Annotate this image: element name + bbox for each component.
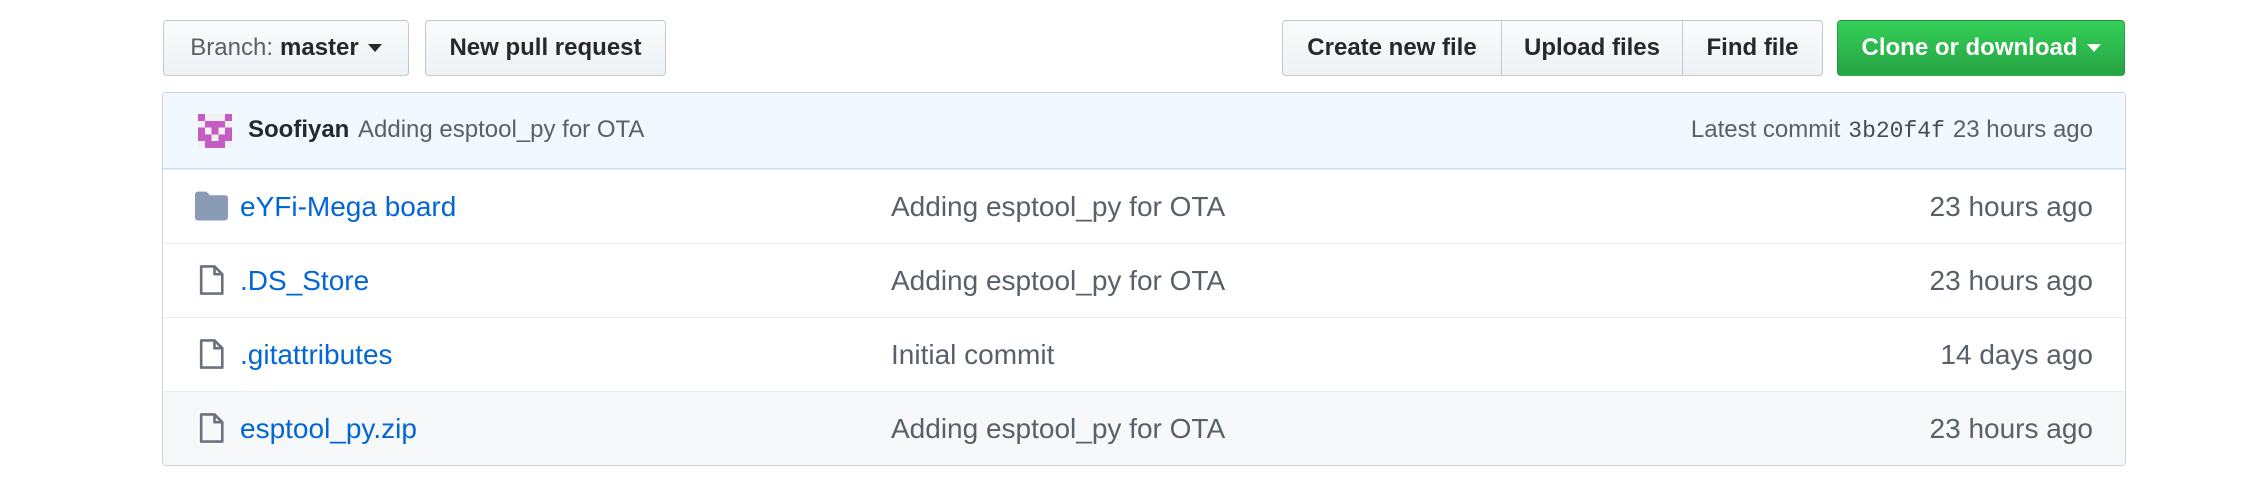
file-commit-message[interactable]: Initial commit: [891, 339, 1054, 371]
table-row: eYFi-Mega board Adding esptool_py for OT…: [163, 169, 2125, 243]
branch-prefix-label: Branch:: [190, 34, 273, 61]
file-icon: [199, 413, 224, 443]
chevron-down-icon: [2086, 44, 2101, 52]
folder-icon: [195, 191, 228, 221]
commit-meta: Latest commit 3b20f4f 23 hours ago: [1691, 116, 2093, 144]
table-row: .gitattributes Initial commit 14 days ag…: [163, 317, 2125, 391]
file-actions-group: Create new file Upload files Find file: [1282, 20, 1823, 76]
find-file-button[interactable]: Find file: [1682, 20, 1823, 76]
file-commit-message[interactable]: Adding esptool_py for OTA: [891, 191, 1225, 223]
file-icon: [199, 265, 224, 295]
file-link[interactable]: .gitattributes: [240, 339, 393, 371]
file-link[interactable]: .DS_Store: [240, 265, 369, 297]
clone-or-download-button[interactable]: Clone or download: [1837, 20, 2125, 76]
clone-label: Clone or download: [1861, 34, 2078, 61]
file-age: 14 days ago: [1940, 339, 2093, 370]
file-age: 23 hours ago: [1929, 265, 2093, 296]
commit-author-link[interactable]: Soofiyan: [248, 116, 349, 144]
table-row: esptool_py.zip Adding esptool_py for OTA…: [163, 391, 2125, 465]
repo-toolbar: Branch: master New pull request Create n…: [163, 20, 2125, 76]
create-new-file-button[interactable]: Create new file: [1282, 20, 1502, 76]
chevron-down-icon: [367, 44, 382, 52]
file-link[interactable]: eYFi-Mega board: [240, 191, 456, 223]
file-age: 23 hours ago: [1929, 413, 2093, 444]
file-commit-message[interactable]: Adding esptool_py for OTA: [891, 413, 1225, 445]
branch-select-button[interactable]: Branch: master: [163, 20, 409, 76]
file-link[interactable]: esptool_py.zip: [240, 413, 417, 445]
file-commit-message[interactable]: Adding esptool_py for OTA: [891, 265, 1225, 297]
file-list: Soofiyan Adding esptool_py for OTA Lates…: [162, 92, 2126, 466]
branch-name: master: [280, 34, 359, 61]
commit-message-link[interactable]: Adding esptool_py for OTA: [358, 116, 644, 144]
commit-sha-link[interactable]: 3b20f4f: [1848, 118, 1945, 144]
file-age: 23 hours ago: [1929, 191, 2093, 222]
upload-files-button[interactable]: Upload files: [1501, 20, 1683, 76]
new-pull-request-button[interactable]: New pull request: [425, 20, 666, 76]
author-avatar[interactable]: [198, 114, 232, 148]
table-row: .DS_Store Adding esptool_py for OTA 23 h…: [163, 243, 2125, 317]
file-icon: [199, 339, 224, 369]
latest-commit-label: Latest commit: [1690, 116, 1841, 143]
commit-age: 23 hours ago: [1952, 116, 2093, 143]
latest-commit-bar: Soofiyan Adding esptool_py for OTA Lates…: [163, 93, 2125, 169]
